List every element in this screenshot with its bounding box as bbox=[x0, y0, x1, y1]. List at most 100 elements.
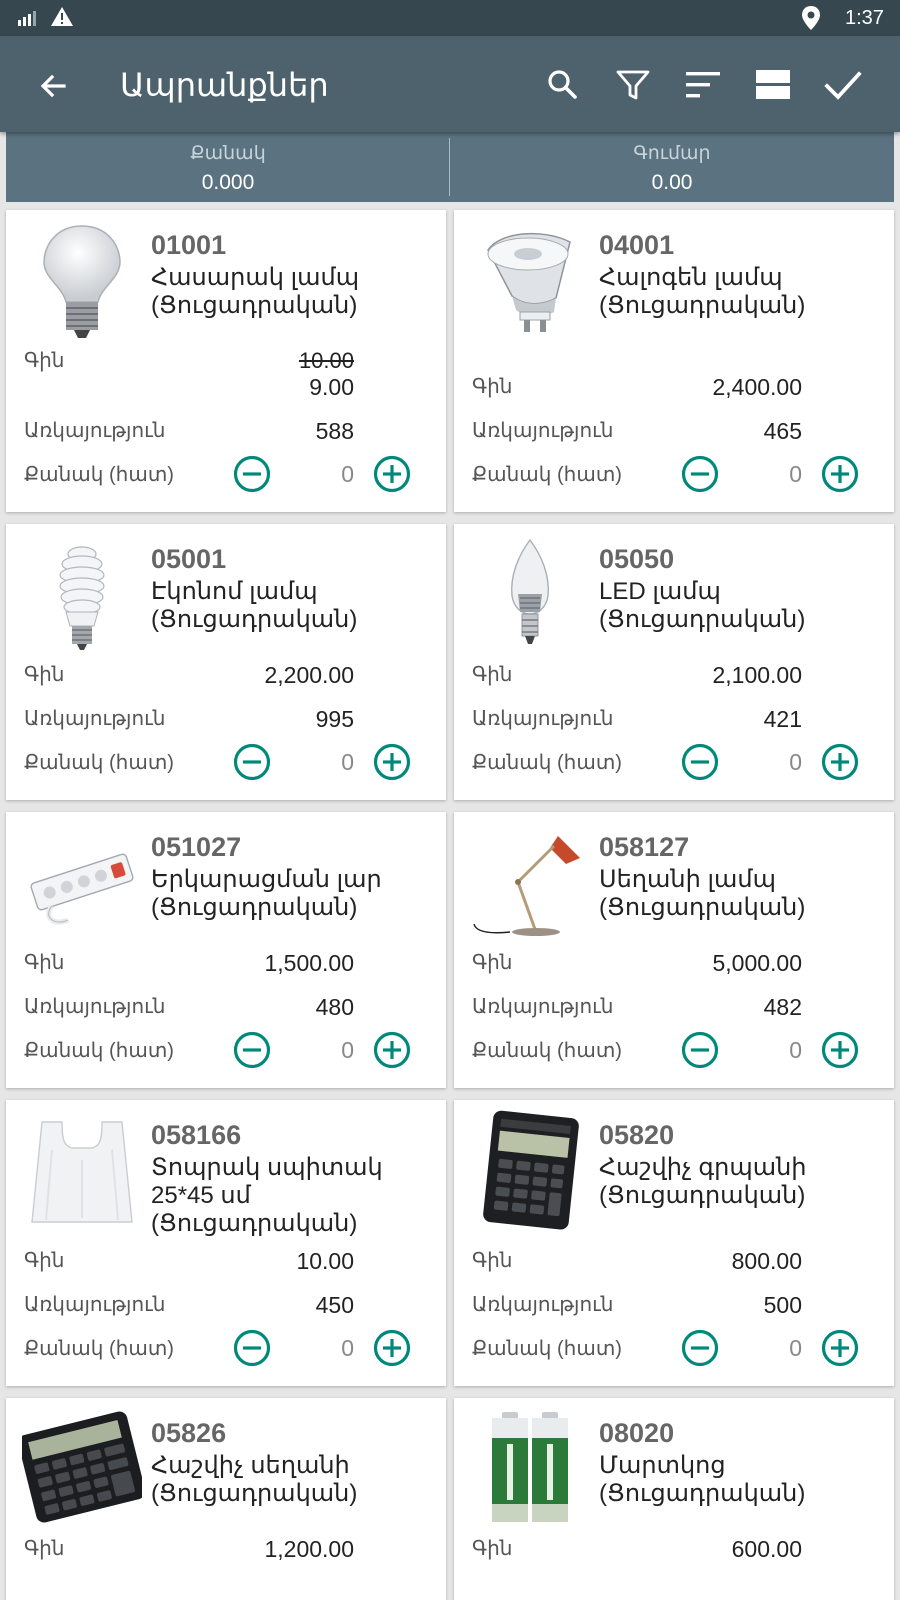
price-row: Գին 2,200.00 bbox=[24, 662, 354, 702]
quantity-value[interactable]: 0 bbox=[772, 749, 802, 776]
search-button[interactable] bbox=[540, 62, 586, 108]
price-label: Գին bbox=[24, 1538, 65, 1560]
quantity-label: Քանակ (հատ) bbox=[472, 752, 622, 774]
decrement-button[interactable] bbox=[680, 1328, 720, 1368]
plus-circle-icon bbox=[821, 1031, 859, 1069]
status-bar: 1:37 bbox=[0, 0, 900, 36]
decrement-button[interactable] bbox=[680, 454, 720, 494]
quantity-value[interactable]: 0 bbox=[772, 1335, 802, 1362]
increment-button[interactable] bbox=[372, 1328, 412, 1368]
product-card[interactable]: 051027 Երկարացման լար (Ցուցադրական) Գին … bbox=[6, 812, 446, 1088]
stock-label: Առկայություն bbox=[24, 996, 166, 1018]
price-label: Գին bbox=[472, 1538, 513, 1560]
extension-cord-image bbox=[22, 822, 142, 942]
decrement-button[interactable] bbox=[680, 742, 720, 782]
product-card[interactable]: 05826 Հաշվիչ սեղանի (Ցուցադրական) Գին 1,… bbox=[6, 1398, 446, 1600]
quantity-value[interactable]: 0 bbox=[772, 461, 802, 488]
minus-circle-icon bbox=[233, 455, 271, 493]
product-card[interactable]: 08020 Մարտկոց (Ցուցադրական) Գին 600.00 bbox=[454, 1398, 894, 1600]
quantity-label: Քանակ (հատ) bbox=[24, 1338, 174, 1360]
desk-lamp-image bbox=[470, 822, 590, 942]
quantity-value[interactable]: 0 bbox=[324, 1335, 354, 1362]
view-toggle-button[interactable] bbox=[750, 62, 796, 108]
total-sum: Գումար 0.00 bbox=[450, 132, 894, 202]
decrement-button[interactable] bbox=[232, 1030, 272, 1070]
warning-icon bbox=[50, 5, 74, 35]
stock-label: Առկայություն bbox=[472, 420, 614, 442]
product-code: 04001 bbox=[599, 230, 675, 260]
stock-value: 480 bbox=[315, 994, 354, 1020]
decrement-button[interactable] bbox=[232, 1328, 272, 1368]
back-button[interactable] bbox=[34, 66, 74, 106]
quantity-label: Քանակ (հատ) bbox=[472, 1040, 622, 1062]
product-card[interactable]: 05820 Հաշվիչ գրպանի (Ցուցադրական) Գին 80… bbox=[454, 1100, 894, 1386]
plus-circle-icon bbox=[821, 455, 859, 493]
increment-button[interactable] bbox=[372, 454, 412, 494]
quantity-value[interactable]: 0 bbox=[324, 461, 354, 488]
stock-label: Առկայություն bbox=[24, 420, 166, 442]
increment-button[interactable] bbox=[372, 1030, 412, 1070]
product-card[interactable]: 05050 LED լամպ (Ցուցադրական) Գին 2,100.0… bbox=[454, 524, 894, 800]
plus-circle-icon bbox=[373, 455, 411, 493]
total-quantity-label: Քանակ bbox=[190, 143, 266, 164]
filter-button[interactable] bbox=[610, 62, 656, 108]
minus-circle-icon bbox=[681, 1329, 719, 1367]
quantity-value[interactable]: 0 bbox=[772, 1037, 802, 1064]
decrement-button[interactable] bbox=[680, 1030, 720, 1070]
product-card[interactable]: 05001 Էկոնոմ լամպ (Ցուցադրական) Գին 2,20… bbox=[6, 524, 446, 800]
led-candle-bulb-image bbox=[470, 534, 590, 654]
quantity-stepper: Քանակ (հատ) 0 bbox=[24, 452, 424, 496]
product-code: 05820 bbox=[599, 1120, 675, 1150]
increment-button[interactable] bbox=[820, 742, 860, 782]
price-row: Գին 1,500.00 bbox=[24, 950, 354, 990]
price-row: Գին 2,100.00 bbox=[472, 662, 802, 702]
quantity-stepper: Քանակ (հատ) 0 bbox=[24, 740, 424, 784]
price-row: Գին 2,400.00 bbox=[472, 374, 802, 414]
decrement-button[interactable] bbox=[232, 454, 272, 494]
quantity-stepper: Քանակ (հատ) 0 bbox=[472, 740, 872, 784]
product-name: Սեղանի լամպ (Ցուցադրական) bbox=[599, 866, 806, 921]
increment-button[interactable] bbox=[820, 1328, 860, 1368]
price-value: 2,200.00 bbox=[264, 662, 354, 688]
product-card[interactable]: 01001 Հասարակ լամպ (Ցուցադրական) Գին 10.… bbox=[6, 210, 446, 512]
stock-value: 482 bbox=[763, 994, 802, 1020]
price-label: Գին bbox=[24, 952, 65, 974]
product-name: Էկոնոմ լամպ (Ցուցադրական) bbox=[151, 578, 358, 633]
product-card[interactable]: 058166 Տոպրակ սպիտակ 25*45 սմ (Ցուցադրակ… bbox=[6, 1100, 446, 1386]
quantity-label: Քանակ (հատ) bbox=[472, 1338, 622, 1360]
decrement-button[interactable] bbox=[232, 742, 272, 782]
stock-label: Առկայություն bbox=[24, 708, 166, 730]
increment-button[interactable] bbox=[820, 1030, 860, 1070]
minus-circle-icon bbox=[233, 1031, 271, 1069]
product-code: 05001 bbox=[151, 544, 227, 574]
minus-circle-icon bbox=[681, 455, 719, 493]
price-value: 5,000.00 bbox=[712, 950, 802, 976]
quantity-label: Քանակ (հատ) bbox=[24, 752, 174, 774]
quantity-value[interactable]: 0 bbox=[324, 749, 354, 776]
increment-button[interactable] bbox=[820, 454, 860, 494]
stock-label: Առկայություն bbox=[24, 1294, 166, 1316]
quantity-stepper: Քանակ (հատ) 0 bbox=[472, 1028, 872, 1072]
product-name: Հաշվիչ սեղանի (Ցուցադրական) bbox=[151, 1452, 358, 1507]
stock-label: Առկայություն bbox=[472, 996, 614, 1018]
price-row: Գին 5,000.00 bbox=[472, 950, 802, 990]
product-card[interactable]: 04001 Հալոգեն լամպ (Ցուցադրական) Գին 2,4… bbox=[454, 210, 894, 512]
spiral-bulb-image bbox=[22, 534, 142, 654]
quantity-stepper: Քանակ (հատ) 0 bbox=[472, 1326, 872, 1370]
signal-icon bbox=[16, 8, 38, 33]
product-card[interactable]: 058127 Սեղանի լամպ (Ցուցադրական) Գին 5,0… bbox=[454, 812, 894, 1088]
price-label: Գին bbox=[472, 664, 513, 686]
confirm-button[interactable] bbox=[820, 62, 866, 108]
sort-button[interactable] bbox=[680, 62, 726, 108]
quantity-value[interactable]: 0 bbox=[324, 1037, 354, 1064]
price-row: Գին 800.00 bbox=[472, 1248, 802, 1288]
stock-value: 588 bbox=[315, 418, 354, 444]
price-value: 1,200.00 bbox=[264, 1536, 354, 1562]
plus-circle-icon bbox=[821, 1329, 859, 1367]
quantity-stepper: Քանակ (հատ) 0 bbox=[24, 1326, 424, 1370]
increment-button[interactable] bbox=[372, 742, 412, 782]
product-name: Հասարակ լամպ (Ցուցադրական) bbox=[151, 264, 360, 319]
filter-icon bbox=[616, 70, 650, 100]
price-label: Գին bbox=[472, 1250, 513, 1272]
stock-value: 450 bbox=[315, 1292, 354, 1318]
